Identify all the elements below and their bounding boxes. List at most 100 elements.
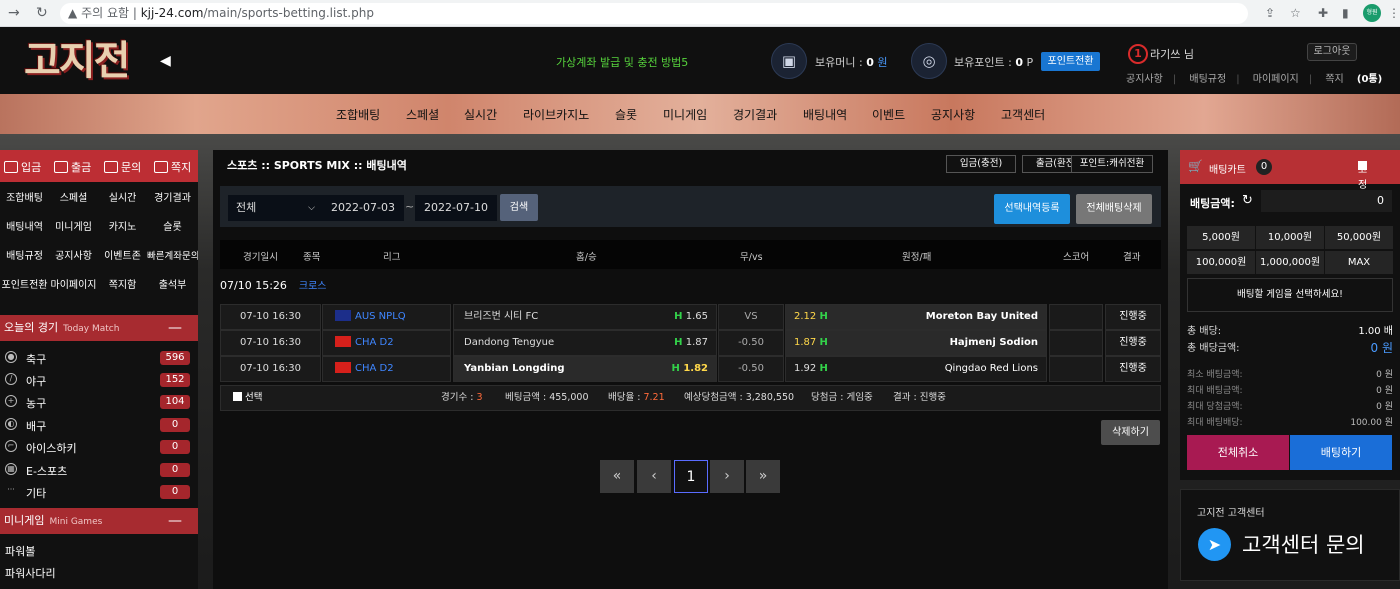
grid-link[interactable]: 스페셜 xyxy=(49,184,98,214)
grid-link[interactable]: 배팅내역 xyxy=(0,213,49,243)
home-odd-button[interactable]: Yanbian Longding H 1.82 xyxy=(453,356,717,382)
quick-message[interactable]: 쪽지 xyxy=(154,159,191,175)
filter-bar: 전체 ⌵ 2022-07-03 ~ 2022-07-10 검색 선택내역등록 전체… xyxy=(220,186,1161,227)
money-display: 보유머니 : 0 원 xyxy=(815,56,888,69)
home-odd-button[interactable]: Dandong Tengyue H 1.87 xyxy=(453,330,717,356)
grid-link[interactable]: 쪽지함 xyxy=(98,271,147,301)
delete-all-bets-button[interactable]: 전체배팅삭제 xyxy=(1076,194,1152,224)
reload-icon[interactable]: ↻ xyxy=(36,5,48,21)
grid-link[interactable]: 경기결과 xyxy=(147,184,198,214)
share-icon[interactable]: ⇪ xyxy=(1265,6,1275,20)
delete-button[interactable]: 삭제하기 xyxy=(1101,420,1160,445)
grid-link[interactable]: 배팅규정 xyxy=(0,242,49,272)
grid-link[interactable]: 카지노 xyxy=(98,213,147,243)
sport-item[interactable]: ▦ E-스포츠 0 xyxy=(0,459,198,481)
amount-button[interactable]: 10,000원 xyxy=(1256,226,1324,249)
max-button[interactable]: MAX xyxy=(1325,251,1393,274)
first-page-button[interactable]: « xyxy=(600,460,634,493)
cs-link[interactable]: 고객센터 문의 xyxy=(1242,529,1365,559)
header-link[interactable]: 마이페이지 xyxy=(1253,74,1299,85)
last-page-button[interactable]: » xyxy=(746,460,780,493)
sport-item[interactable]: ⌐ 아이스하키 0 xyxy=(0,436,198,458)
away-odd-button[interactable]: 1.92 H Qingdao Red Lions xyxy=(785,356,1047,382)
mini-games-header[interactable]: 미니게임 Mini Games — xyxy=(0,508,198,534)
search-button[interactable]: 검색 xyxy=(500,194,538,221)
extension-icon[interactable]: ✚ xyxy=(1318,6,1328,20)
menu-item[interactable]: 조합배팅 xyxy=(336,106,380,123)
menu-item[interactable]: 고객센터 xyxy=(1001,106,1045,123)
notice-marquee[interactable]: 가상계좌 발급 및 충전 방법5 xyxy=(556,54,688,70)
amount-button[interactable]: 1,000,000원 xyxy=(1256,251,1324,274)
prev-page-button[interactable]: ‹ xyxy=(637,460,671,493)
grid-link[interactable]: 포인트전환 xyxy=(0,271,49,301)
logout-button[interactable]: 로그아웃 xyxy=(1307,43,1357,61)
soccer-icon: ● xyxy=(5,351,17,363)
menu-item[interactable]: 이벤트 xyxy=(872,106,905,123)
select-checkbox[interactable]: 선택 xyxy=(233,386,262,410)
header-link[interactable]: 공지사항 xyxy=(1126,74,1163,85)
menu-item[interactable]: 배팅내역 xyxy=(803,106,847,123)
home-odd-button[interactable]: 브리즈번 시티 FC H 1.65 xyxy=(453,304,717,330)
menu-item[interactable]: 라이브카지노 xyxy=(523,106,589,123)
message-link[interactable]: 쪽지 (0통) xyxy=(1325,74,1382,85)
url-domain: kjj-24.com xyxy=(140,6,204,20)
mini-game-item[interactable]: 파워사다리 xyxy=(5,565,56,581)
sidepanel-icon[interactable]: ▮ xyxy=(1342,6,1349,20)
today-match-header[interactable]: 오늘의 경기 Today Match — xyxy=(0,315,198,341)
sport-item[interactable]: / 야구 152 xyxy=(0,369,198,391)
amount-button[interactable]: 100,000원 xyxy=(1187,251,1255,274)
grid-link[interactable]: 조합배팅 xyxy=(0,184,49,214)
menu-item[interactable]: 미니게임 xyxy=(663,106,707,123)
deposit-button[interactable]: 입금(충전) xyxy=(946,155,1016,173)
sport-item[interactable]: ● 축구 596 xyxy=(0,347,198,369)
site-logo[interactable]: 고지전 xyxy=(24,31,144,91)
amount-button[interactable]: 50,000원 xyxy=(1325,226,1393,249)
cancel-all-button[interactable]: 전체취소 xyxy=(1187,435,1289,470)
australia-flag-icon xyxy=(335,310,351,321)
place-bet-button[interactable]: 배팅하기 xyxy=(1290,435,1392,470)
sport-item[interactable]: ··· 기타 0 xyxy=(0,481,198,503)
grid-link[interactable]: 마이페이지 xyxy=(49,271,98,301)
menu-item[interactable]: 실시간 xyxy=(464,106,497,123)
quick-deposit[interactable]: 입금 xyxy=(4,159,41,175)
sport-select[interactable]: 전체 ⌵ xyxy=(228,195,323,221)
point-cash-button[interactable]: 포인트:캐쉬전환 xyxy=(1071,155,1153,173)
point-convert-button[interactable]: 포인트전환 xyxy=(1041,52,1100,71)
amount-button[interactable]: 5,000원 xyxy=(1187,226,1255,249)
next-page-button[interactable]: › xyxy=(710,460,744,493)
star-icon[interactable]: ☆ xyxy=(1290,6,1301,20)
customer-center[interactable]: 고지전 고객센터 ➤ 고객센터 문의 xyxy=(1180,489,1400,581)
quick-inquiry[interactable]: 문의 xyxy=(104,159,141,175)
back-icon[interactable]: → xyxy=(8,5,20,21)
page-button-1[interactable]: 1 xyxy=(674,460,708,493)
username: 라기쓰 님 xyxy=(1150,48,1194,61)
sport-item[interactable]: + 농구 104 xyxy=(0,391,198,413)
menu-item[interactable]: 스페셜 xyxy=(406,106,439,123)
grid-link[interactable]: 실시간 xyxy=(98,184,147,214)
address-bar[interactable]: ▲ 주의 요함 | kjj-24.com/main/sports-betting… xyxy=(60,3,1248,24)
menu-item[interactable]: 공지사항 xyxy=(931,106,975,123)
headset-icon xyxy=(104,161,118,173)
grid-link[interactable]: 미니게임 xyxy=(49,213,98,243)
away-odd-button[interactable]: 2.12 H Moreton Bay United xyxy=(785,304,1047,330)
sport-item[interactable]: ◐ 배구 0 xyxy=(0,414,198,436)
date-to-input[interactable]: 2022-07-10 xyxy=(415,195,497,221)
grid-link[interactable]: 빠른계좌문의 xyxy=(147,242,198,272)
profile-avatar[interactable]: 형원 xyxy=(1363,4,1381,22)
mini-game-item[interactable]: 파워볼 xyxy=(5,543,35,559)
away-odd-button[interactable]: 1.87 H Hajmenj Sodion xyxy=(785,330,1047,356)
grid-link[interactable]: 출석부 xyxy=(147,271,198,301)
menu-icon[interactable]: ⋮ xyxy=(1388,6,1400,20)
register-selected-button[interactable]: 선택내역등록 xyxy=(994,194,1070,224)
menu-item[interactable]: 슬롯 xyxy=(615,106,637,123)
date-from-input[interactable]: 2022-07-03 xyxy=(322,195,404,221)
grid-link[interactable]: 공지사항 xyxy=(49,242,98,272)
bet-amount-input[interactable]: 0 xyxy=(1261,190,1392,212)
grid-link[interactable]: 이벤트존 xyxy=(98,242,147,272)
quick-withdraw[interactable]: 출금 xyxy=(54,159,91,175)
header-link[interactable]: 배팅규정 xyxy=(1189,74,1226,85)
refresh-icon[interactable]: ↻ xyxy=(1242,193,1253,208)
grid-link[interactable]: 슬롯 xyxy=(147,213,198,243)
more-icon: ··· xyxy=(7,485,15,494)
menu-item[interactable]: 경기결과 xyxy=(733,106,777,123)
